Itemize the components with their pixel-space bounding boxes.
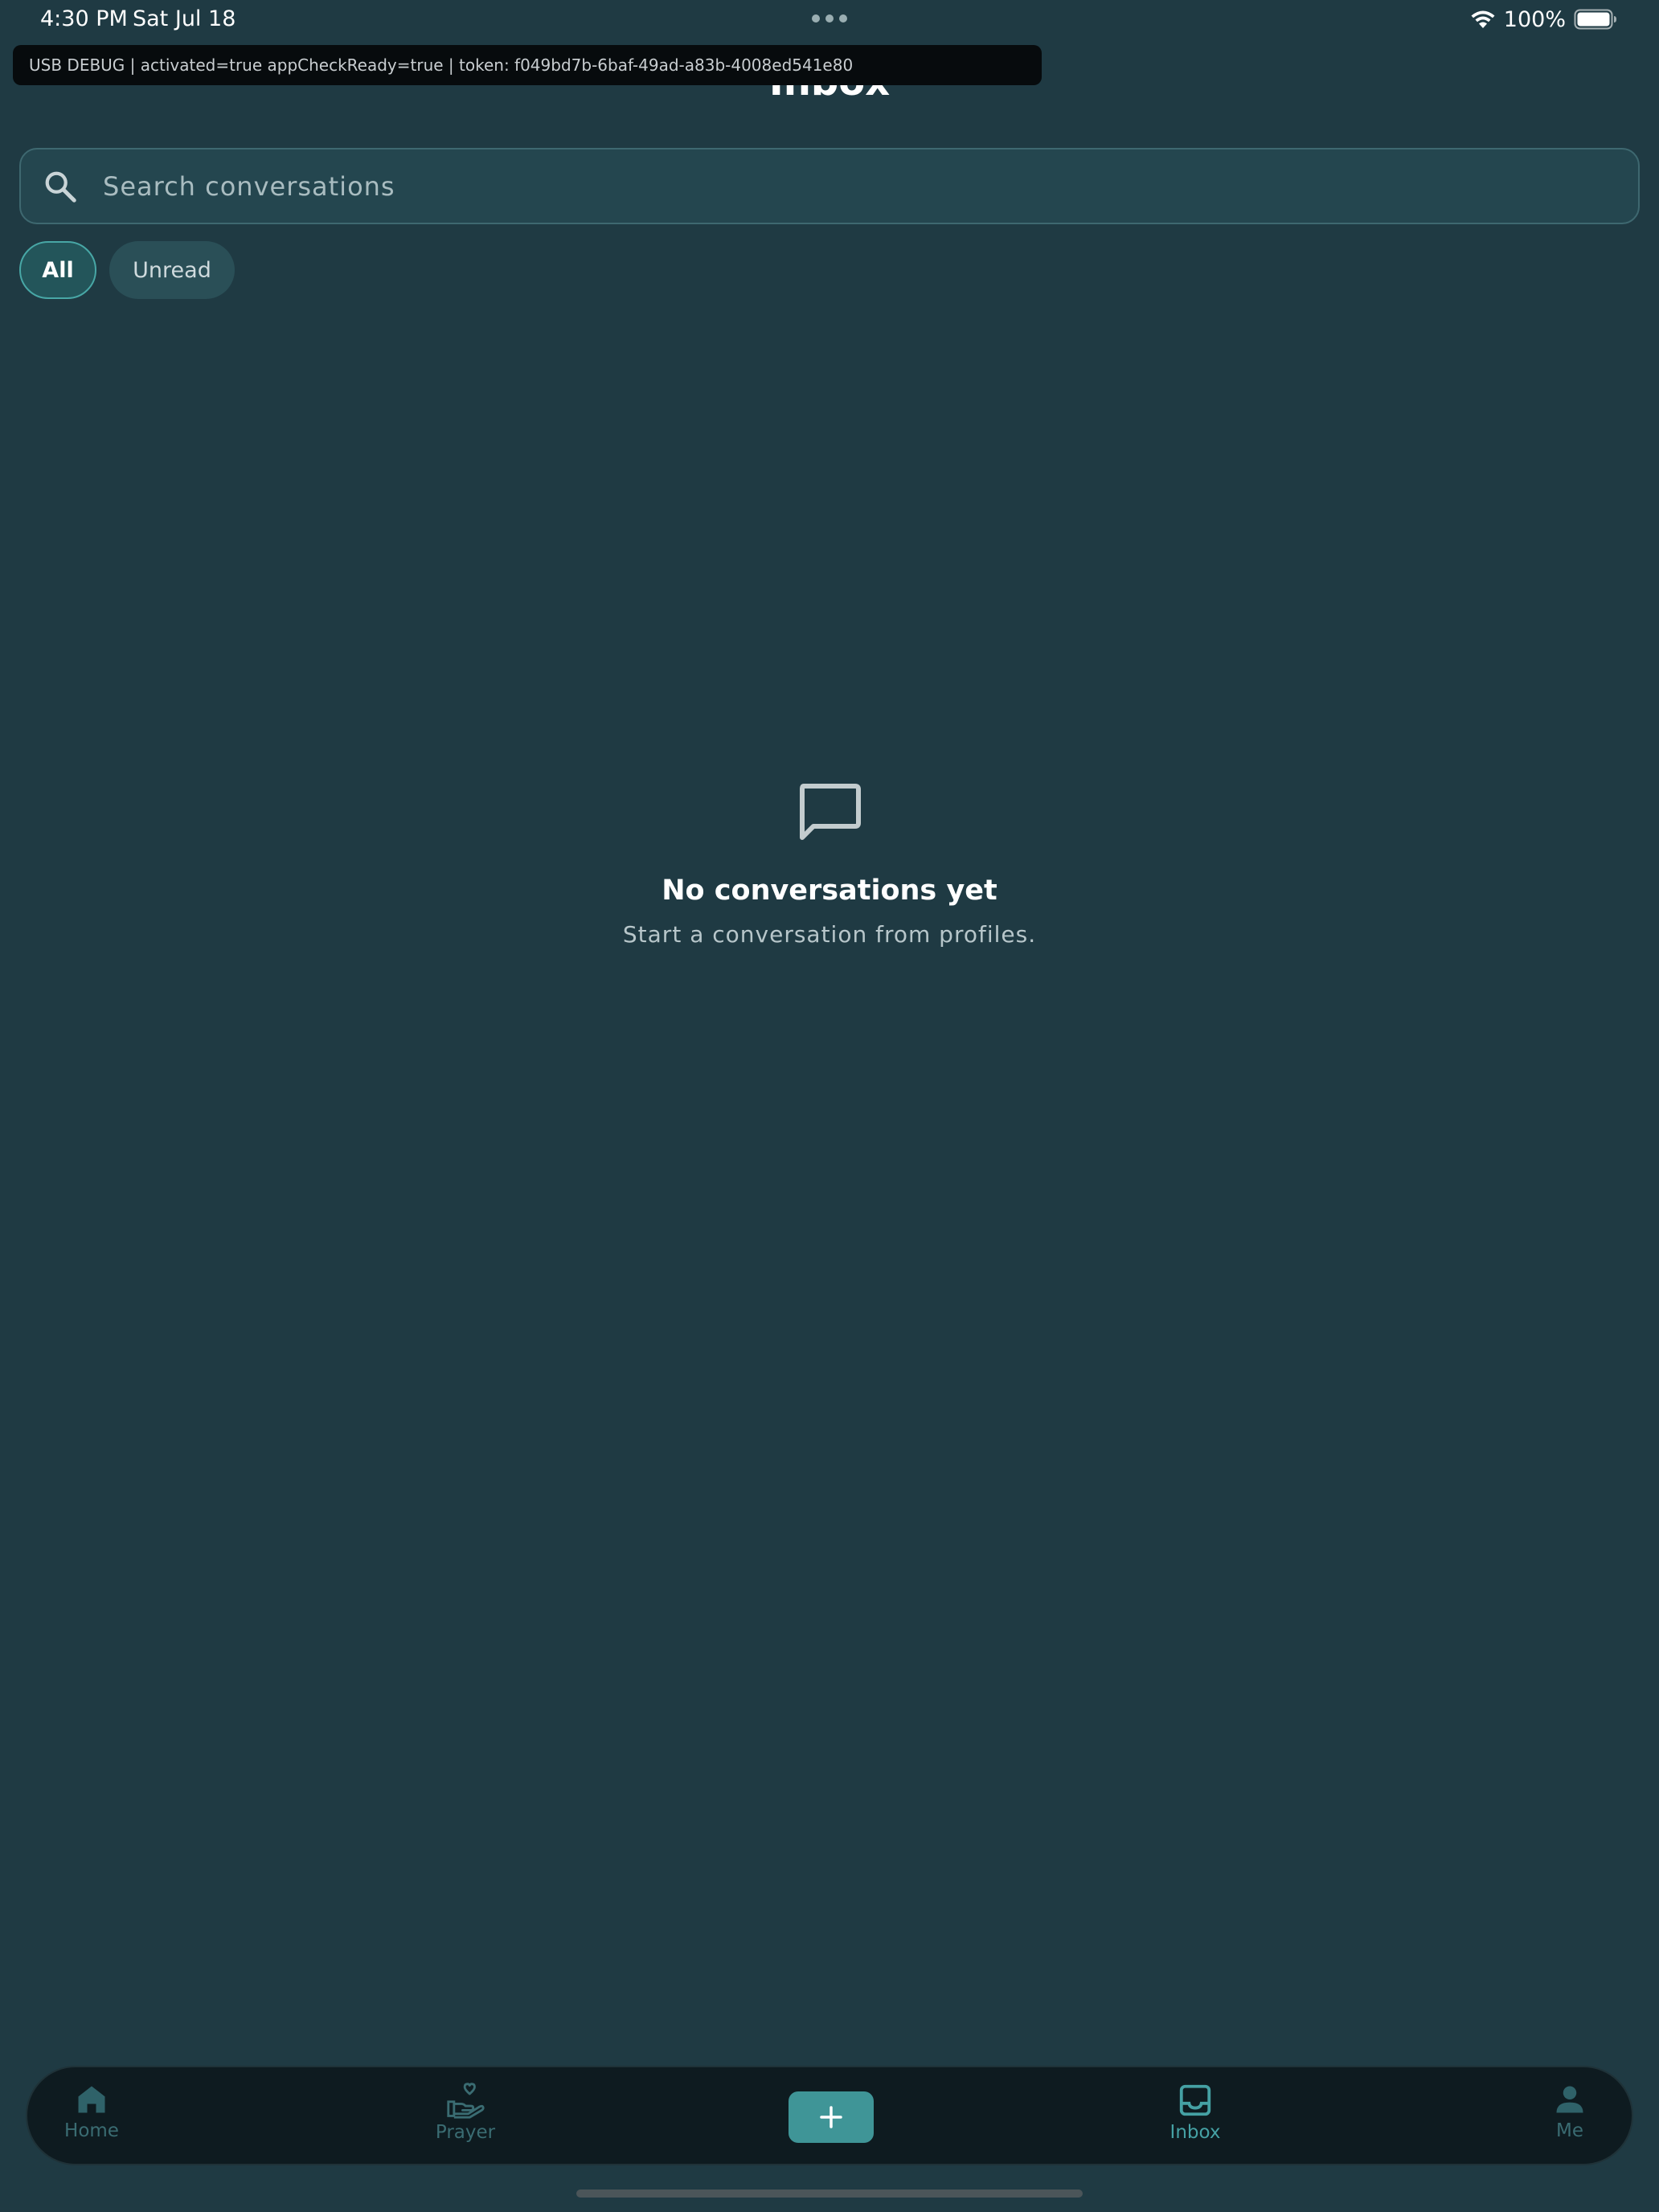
filter-chip-unread[interactable]: Unread [109,241,235,299]
search-bar[interactable] [19,148,1640,224]
wifi-icon [1471,10,1495,28]
person-icon [1556,2086,1583,2113]
filter-chip-unread-label: Unread [133,257,211,283]
filter-chip-all-label: All [42,257,74,283]
nav-item-inbox[interactable]: Inbox [1131,2082,1260,2156]
nav-item-home[interactable]: Home [27,2082,156,2156]
battery-percentage: 100% [1503,6,1566,32]
bottom-nav: Home Prayer Inbox Me [26,2066,1633,2165]
battery-icon [1574,9,1616,30]
search-input[interactable] [103,162,1638,211]
home-icon [78,2086,105,2113]
hand-heart-icon [447,2083,485,2119]
inbox-icon [1179,2084,1211,2116]
home-indicator[interactable] [576,2189,1083,2198]
nav-label-me: Me [1556,2120,1583,2141]
nav-label-prayer: Prayer [435,2122,496,2143]
plus-icon [820,2106,842,2128]
empty-state-title: No conversations yet [662,875,997,907]
multitasking-dots-icon[interactable] [812,14,847,23]
nav-label-home: Home [64,2120,119,2141]
nav-item-prayer[interactable]: Prayer [401,2082,530,2156]
app-root: 4:30 PM Sat Jul 18 100% Inbox USB DEBUG … [0,0,1659,2212]
status-time: 4:30 PM [40,6,128,31]
status-date: Sat Jul 18 [133,6,236,31]
chat-bubble-icon [800,784,861,840]
status-bar: 4:30 PM Sat Jul 18 100% [0,0,1659,39]
filter-chip-all[interactable]: All [19,241,96,299]
status-indicators: 100% [1470,6,1617,32]
search-icon [45,171,76,203]
nav-label-inbox: Inbox [1169,2122,1221,2143]
empty-state-subtitle: Start a conversation from profiles. [622,921,1037,948]
add-button[interactable] [789,2091,874,2143]
debug-banner: USB DEBUG | activated=true appCheckReady… [13,45,1042,85]
nav-item-me[interactable]: Me [1505,2082,1634,2156]
